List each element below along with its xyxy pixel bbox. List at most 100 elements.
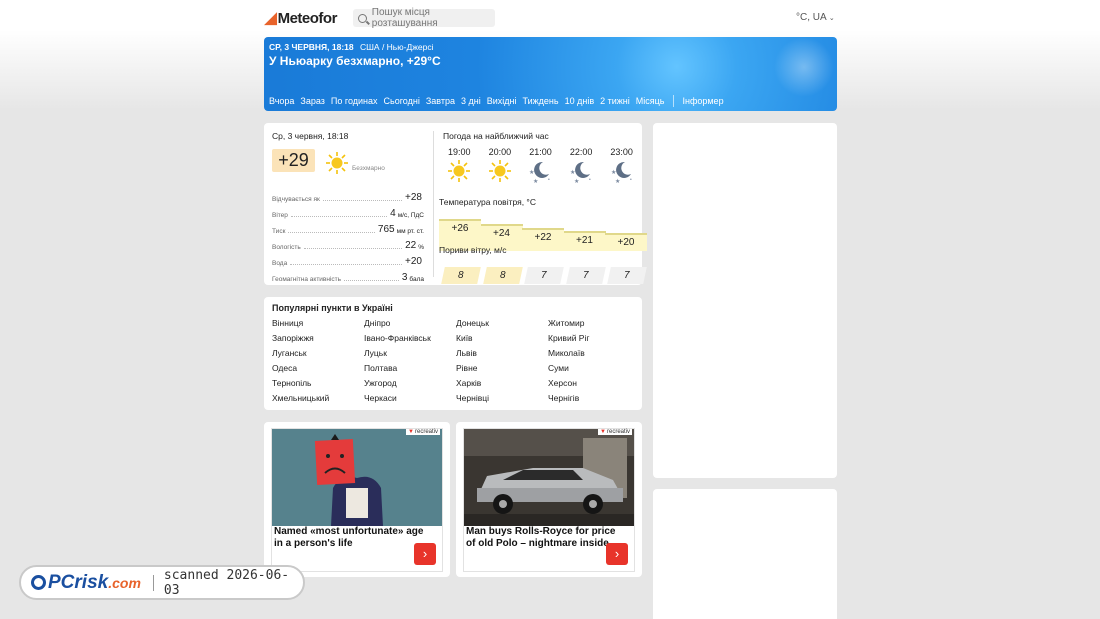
nav-tab[interactable]: По годинах	[331, 96, 378, 107]
detail-unit: мм рт. ст.	[396, 228, 424, 235]
dotted-leader	[322, 200, 403, 201]
city-link[interactable]: Чернівці	[456, 393, 548, 408]
popular-locations-card: Популярні пункти в Україні Вінниця Дніпро…	[264, 297, 642, 410]
watermark-badge: PC risk .com scanned 2026-06-03	[19, 565, 305, 600]
detail-label: Тиск	[272, 228, 286, 235]
city-link[interactable]: Тернопіль	[272, 378, 364, 393]
hour-label: 19:00	[448, 147, 471, 157]
current-temp: +29	[272, 149, 315, 172]
nav-tab[interactable]: 10 днів	[565, 96, 595, 107]
city-link[interactable]: Хмельницький	[272, 393, 364, 408]
detail-row: Вологість 22%	[272, 235, 424, 251]
city-link[interactable]: Полтава	[364, 363, 456, 378]
nav-tab[interactable]: Сьогодні	[384, 96, 420, 107]
sun-flare-decoration	[774, 37, 834, 97]
nav-tab[interactable]: 3 дні	[461, 96, 481, 107]
city-link[interactable]: Запоріжжя	[272, 333, 364, 348]
ad-card[interactable]: recreativ Named «most unfortunate» age i…	[264, 422, 450, 577]
svg-text:★: ★	[570, 169, 575, 176]
ad-title[interactable]: Man buys Rolls-Royce for price of old Po…	[466, 526, 626, 549]
city-link[interactable]: Луганськ	[272, 348, 364, 363]
hourly-forecast: 19:00 20:00 21:00 ★ ★ • 22:00 ★ ★ • 23:00 ★ ★ •	[439, 147, 642, 185]
wind-gust-value: 7	[624, 270, 630, 281]
city-link[interactable]: Житомир	[548, 318, 640, 333]
search-icon	[358, 13, 367, 23]
svg-text:★: ★	[574, 178, 579, 184]
units-selector[interactable]: °C, UA ⌄	[796, 12, 835, 23]
nearest-title: Погода на найближчий час	[443, 131, 549, 141]
city-list: Вінниця Дніпро Донецьк Житомир Запоріжжя Іван…	[272, 318, 640, 408]
city-link[interactable]: Ужгород	[364, 378, 456, 393]
nav-tab[interactable]: Вчора	[269, 96, 294, 107]
location-breadcrumb[interactable]: США / Нью-Джерсі	[360, 42, 434, 52]
hour-column: 20:00	[480, 147, 521, 184]
city-link[interactable]: Івано-Франківськ	[364, 333, 456, 348]
wind-gust-cell: 7	[565, 267, 606, 284]
current-date: Ср, 3 червня, 18:18	[272, 131, 349, 141]
ad-brand[interactable]: recreativ	[406, 429, 440, 435]
dotted-leader	[288, 232, 375, 233]
detail-row: Вітер 4 м/с, ПдС	[272, 203, 424, 219]
hour-label: 22:00	[569, 147, 593, 157]
ad-brand[interactable]: recreativ	[598, 429, 632, 435]
city-link[interactable]: Суми	[548, 363, 640, 378]
svg-text:★: ★	[533, 178, 538, 184]
city-link[interactable]: Луцьк	[364, 348, 456, 363]
wind-section-title: Пориви вітру, м/с	[439, 245, 507, 255]
ad-arrow-button[interactable]: ›	[606, 543, 628, 565]
chevron-right-icon: ›	[614, 546, 620, 561]
svg-text:★: ★	[615, 178, 620, 184]
detail-unit: м/с, ПдС	[397, 212, 424, 219]
city-link[interactable]: Миколаїв	[548, 348, 640, 363]
city-link[interactable]: Вінниця	[272, 318, 364, 333]
detail-row: Відчувається як +28	[272, 187, 424, 203]
city-link[interactable]: Херсон	[548, 378, 640, 393]
magnifier-icon	[31, 575, 46, 590]
temp-section-title: Температура повітря, °C	[439, 197, 536, 207]
ad-card[interactable]: recreativ Man buys Rolls-Royce for price…	[456, 422, 642, 577]
detail-row: Тиск 765 мм рт. ст.	[272, 219, 424, 235]
forecast-nav: Вчора Зараз По годинах Сьогодні Завтра 3 дні В…	[269, 95, 730, 107]
sidebar-ad-slot	[653, 123, 837, 478]
site-logo[interactable]: ◢ Meteofor	[264, 8, 337, 28]
city-link[interactable]: Одеса	[272, 363, 364, 378]
detail-row: Вода +20	[272, 251, 424, 267]
logo-mark: ◢	[264, 8, 277, 27]
city-link[interactable]: Львів	[456, 348, 548, 363]
sun-icon	[326, 152, 348, 176]
detail-row: Геомагнітна активність 3 бала	[272, 267, 424, 283]
wind-gust-cell: 8	[441, 267, 481, 284]
divider	[673, 95, 675, 107]
temp-bar: +21	[563, 230, 606, 251]
nav-tab[interactable]: Вихідні	[487, 96, 517, 107]
city-link[interactable]: Черкаси	[364, 393, 456, 408]
city-link[interactable]: Дніпро	[364, 318, 456, 333]
city-link[interactable]: Рівне	[456, 363, 548, 378]
hour-label: 21:00	[529, 147, 552, 157]
nav-tab[interactable]: Тиждень	[523, 96, 559, 107]
detail-value: +20	[405, 256, 422, 267]
search-input[interactable]: Пошук місця розташування	[353, 7, 495, 29]
scan-date: scanned 2026-06-03	[163, 567, 290, 598]
ad-arrow-button[interactable]: ›	[414, 543, 436, 565]
hour-column: 22:00 ★ ★ •	[561, 147, 602, 185]
city-link[interactable]: Донецьк	[456, 318, 548, 333]
city-link[interactable]: Харків	[456, 378, 548, 393]
nav-tab[interactable]: 2 тижні	[600, 96, 630, 107]
city-link[interactable]: Кривий Ріг	[548, 333, 640, 348]
hour-column: 19:00	[439, 147, 480, 184]
ad-title[interactable]: Named «most unfortunate» age in a person…	[274, 526, 434, 549]
nav-informer[interactable]: Інформер	[682, 96, 723, 107]
hour-label: 20:00	[488, 147, 512, 157]
wind-gust-cell: 7	[524, 267, 564, 284]
moon-icon: ★ ★ •	[601, 160, 642, 185]
moon-icon: ★ ★ •	[520, 160, 561, 185]
city-link[interactable]: Київ	[456, 333, 548, 348]
detail-value: 4	[390, 208, 396, 219]
city-link[interactable]: Чернігів	[548, 393, 640, 408]
nav-tab[interactable]: Зараз	[300, 96, 324, 107]
wind-gust-cell: 7	[607, 267, 647, 284]
nav-tab[interactable]: Завтра	[426, 96, 455, 107]
nav-tab[interactable]: Місяць	[636, 96, 665, 107]
svg-text:•: •	[548, 177, 550, 183]
